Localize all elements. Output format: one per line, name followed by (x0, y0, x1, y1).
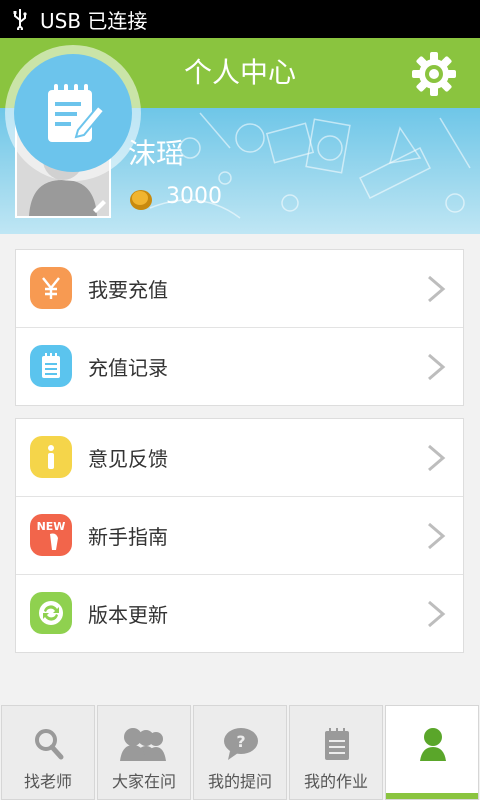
menu-item-beginner-guide[interactable]: NEW 新手指南 (16, 497, 463, 575)
refresh-icon (30, 592, 72, 634)
chevron-right-icon (428, 353, 446, 381)
info-icon (30, 436, 72, 478)
bottom-tab-bar: 找老师 大家在问 ? 我的提问 我的作业 个人中心 (0, 705, 480, 800)
tab-everyone-asks[interactable]: 大家在问 (97, 705, 191, 800)
menu-item-label: 意见反馈 (88, 447, 168, 471)
active-tab-indicator (386, 793, 478, 799)
menu-item-recharge-history[interactable]: 充值记录 (16, 328, 463, 405)
person-icon (413, 726, 453, 762)
search-icon (29, 726, 69, 762)
tab-label: 我的提问 (207, 772, 272, 791)
usb-status-text: USB 已连接 (40, 8, 148, 33)
new-badge-icon: NEW (30, 514, 72, 556)
tab-my-homework[interactable]: 我的作业 (289, 705, 383, 800)
tab-find-teacher[interactable]: 找老师 (1, 705, 95, 800)
coin-balance: 3000 (166, 184, 222, 209)
chevron-right-icon (428, 522, 446, 550)
menu-item-version-update[interactable]: 版本更新 (16, 575, 463, 652)
menu-card-help: 意见反馈 NEW 新手指南 版本更新 (15, 418, 464, 653)
people-icon (115, 726, 175, 762)
menu-item-label: 充值记录 (88, 356, 168, 380)
coin-icon (128, 186, 154, 212)
chevron-right-icon (428, 275, 446, 303)
notebook-icon (317, 726, 357, 762)
tab-label: 大家在问 (111, 772, 176, 791)
menu-item-label: 新手指南 (88, 525, 168, 549)
question-bubble-icon: ? (221, 726, 261, 762)
chevron-right-icon (428, 444, 446, 472)
tab-my-questions[interactable]: ? 我的提问 (193, 705, 287, 800)
svg-text:NEW: NEW (37, 520, 66, 533)
notepad-icon (30, 345, 72, 387)
menu-item-label: 我要充值 (88, 278, 168, 302)
yen-icon (30, 267, 72, 309)
usb-icon (0, 8, 40, 30)
chevron-right-icon (428, 600, 446, 628)
user-name: 沫瑶 (128, 137, 185, 170)
menu-item-label: 版本更新 (88, 603, 168, 627)
menu-item-feedback[interactable]: 意见反馈 (16, 419, 463, 497)
tab-label: 找老师 (23, 772, 72, 791)
homework-floating-button[interactable] (5, 45, 141, 181)
menu-card-payment: 我要充值 充值记录 (15, 249, 464, 406)
tab-personal-center[interactable]: 个人中心 (385, 705, 479, 800)
notepad-pencil-icon (48, 84, 106, 142)
tab-label: 个人中心 (399, 772, 464, 791)
svg-text:?: ? (236, 732, 245, 751)
status-bar: USB 已连接 (0, 0, 480, 38)
settings-gear-icon[interactable] (410, 50, 458, 98)
menu-item-recharge[interactable]: 我要充值 (16, 250, 463, 328)
tab-label: 我的作业 (303, 772, 368, 791)
